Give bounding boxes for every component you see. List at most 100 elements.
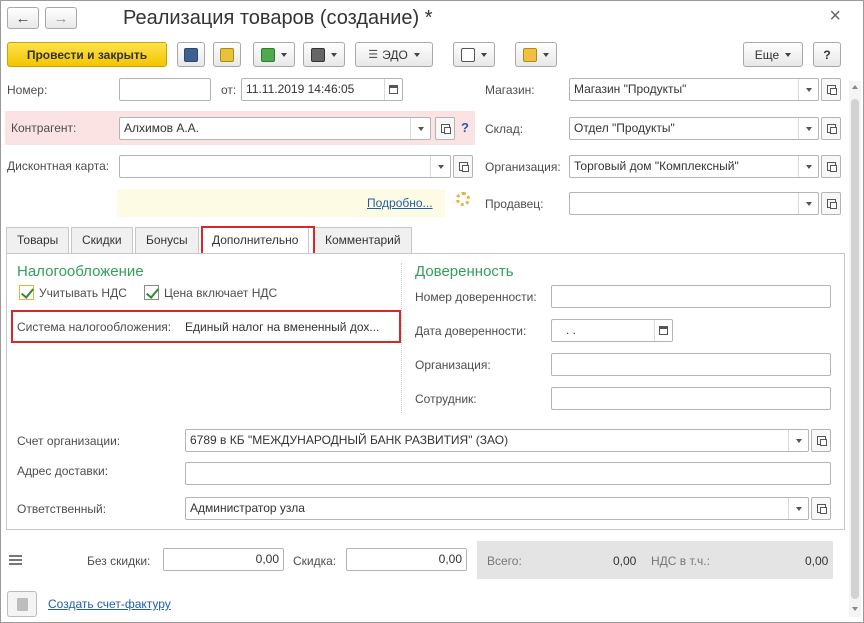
printer-icon bbox=[311, 47, 325, 62]
chevron-down-icon[interactable] bbox=[798, 193, 818, 214]
date-input[interactable]: 11.11.2019 14:46:05 bbox=[241, 78, 403, 101]
edo-icon: ☰ bbox=[368, 49, 379, 61]
discount-card-label: Дисконтная карта: bbox=[7, 159, 110, 173]
post-button[interactable] bbox=[213, 42, 241, 67]
seller-input[interactable] bbox=[569, 192, 819, 215]
delivery-address-input[interactable] bbox=[185, 462, 831, 485]
number-input[interactable] bbox=[119, 78, 211, 101]
chevron-down-icon bbox=[785, 52, 792, 57]
store-open-button[interactable] bbox=[821, 78, 841, 101]
open-form-icon bbox=[826, 162, 837, 172]
account-label: Счет организации: bbox=[17, 434, 121, 448]
scroll-down-arrow-icon[interactable] bbox=[852, 607, 858, 611]
chevron-down-icon[interactable] bbox=[798, 118, 818, 139]
vat-label: Учитывать НДС bbox=[39, 286, 127, 300]
chevron-down-icon[interactable] bbox=[410, 118, 430, 139]
poa-organization-input[interactable] bbox=[551, 353, 831, 376]
calendar-icon[interactable] bbox=[654, 320, 672, 341]
back-button[interactable]: ← bbox=[7, 7, 39, 29]
chevron-down-icon[interactable] bbox=[798, 79, 818, 100]
open-form-icon bbox=[826, 124, 837, 134]
arrow-left-icon: ← bbox=[15, 9, 31, 27]
number-label: Номер: bbox=[7, 83, 48, 97]
scrollbar-track[interactable] bbox=[849, 81, 861, 617]
chevron-down-icon bbox=[481, 52, 487, 57]
document-window: ← → Реализация товаров (создание) * × Пр… bbox=[0, 0, 864, 623]
poa-date-input[interactable]: . . bbox=[551, 319, 673, 342]
chevron-down-icon[interactable] bbox=[788, 430, 808, 451]
taxation-title: Налогообложение bbox=[17, 263, 144, 280]
responsible-label: Ответственный: bbox=[17, 502, 107, 516]
vat-checkbox[interactable] bbox=[19, 285, 34, 300]
responsible-input[interactable]: Администратор узла bbox=[185, 497, 809, 520]
responsible-open-button[interactable] bbox=[811, 497, 831, 520]
delivery-address-label: Адрес доставки: bbox=[17, 464, 109, 478]
warehouse-open-button[interactable] bbox=[821, 117, 841, 140]
open-form-icon bbox=[816, 504, 827, 514]
poa-number-input[interactable] bbox=[551, 285, 831, 308]
reports-button[interactable] bbox=[453, 42, 495, 67]
open-form-icon bbox=[440, 124, 451, 134]
chevron-down-icon[interactable] bbox=[788, 498, 808, 519]
save-button[interactable] bbox=[177, 42, 205, 67]
vat-total-label: НДС в т.ч.: bbox=[651, 554, 710, 568]
store-label: Магазин: bbox=[485, 83, 535, 97]
chevron-down-icon[interactable] bbox=[430, 156, 450, 177]
details-link[interactable]: Подробно... bbox=[367, 196, 433, 210]
poa-organization-label: Организация: bbox=[415, 358, 491, 372]
open-form-icon bbox=[816, 436, 827, 446]
date-label: от: bbox=[221, 83, 237, 97]
report-icon bbox=[461, 47, 475, 62]
total-label: Всего: bbox=[487, 554, 522, 568]
create-based-on-icon bbox=[261, 47, 275, 62]
post-and-close-button[interactable]: Провести и закрыть bbox=[7, 42, 167, 67]
comment-list-icon[interactable] bbox=[9, 555, 22, 565]
power-of-attorney-title: Доверенность bbox=[415, 263, 514, 280]
create-invoice-link[interactable]: Создать счет-фактуру bbox=[48, 597, 171, 611]
tab-discounts[interactable]: Скидки bbox=[71, 227, 133, 253]
tab-bonuses[interactable]: Бонусы bbox=[135, 227, 199, 253]
price-includes-vat-checkbox[interactable] bbox=[144, 285, 159, 300]
counterparty-help-icon[interactable]: ? bbox=[461, 120, 469, 135]
account-open-button[interactable] bbox=[811, 429, 831, 452]
attachments-button[interactable] bbox=[515, 42, 557, 67]
organization-input[interactable]: Торговый дом "Комплексный" bbox=[569, 155, 819, 178]
create-based-on-button[interactable] bbox=[253, 42, 295, 67]
edo-button[interactable]: ☰ ЭДО bbox=[355, 42, 433, 67]
counterparty-open-button[interactable] bbox=[435, 117, 455, 140]
chevron-down-icon bbox=[413, 52, 420, 57]
tab-comment[interactable]: Комментарий bbox=[314, 227, 412, 253]
forward-button[interactable]: → bbox=[45, 7, 77, 29]
more-button[interactable]: Еще bbox=[743, 42, 803, 67]
no-discount-label: Без скидки: bbox=[87, 554, 151, 568]
store-input[interactable]: Магазин "Продукты" bbox=[569, 78, 819, 101]
poa-employee-input[interactable] bbox=[551, 387, 831, 410]
chevron-down-icon[interactable] bbox=[798, 156, 818, 177]
discount-card-open-button[interactable] bbox=[453, 155, 473, 178]
discount-value: 0,00 bbox=[346, 548, 467, 571]
loading-spinner-icon bbox=[456, 192, 470, 206]
tax-system-highlight-box bbox=[11, 310, 401, 343]
discount-card-input[interactable] bbox=[119, 155, 451, 178]
tab-goods[interactable]: Товары bbox=[6, 227, 70, 253]
open-form-icon bbox=[458, 162, 469, 172]
floppy-disk-icon bbox=[184, 47, 198, 62]
close-button[interactable]: × bbox=[829, 5, 841, 28]
calendar-icon[interactable] bbox=[384, 79, 402, 100]
account-input[interactable]: 6789 в КБ "МЕЖДУНАРОДНЫЙ БАНК РАЗВИТИЯ" … bbox=[185, 429, 809, 452]
organization-open-button[interactable] bbox=[821, 155, 841, 178]
scrollbar-thumb[interactable] bbox=[851, 99, 859, 599]
seller-open-button[interactable] bbox=[821, 192, 841, 215]
counterparty-input[interactable]: Алхимов А.А. bbox=[119, 117, 431, 140]
invoice-icon[interactable] bbox=[7, 591, 37, 617]
organization-label: Организация: bbox=[485, 160, 561, 174]
open-form-icon bbox=[826, 199, 837, 209]
tab-highlight-box bbox=[201, 226, 315, 255]
print-button[interactable] bbox=[303, 42, 345, 67]
arrow-right-icon: → bbox=[53, 9, 69, 27]
warehouse-input[interactable]: Отдел "Продукты" bbox=[569, 117, 819, 140]
post-document-icon bbox=[220, 47, 234, 62]
poa-number-label: Номер доверенности: bbox=[415, 290, 537, 304]
help-button[interactable]: ? bbox=[813, 42, 841, 67]
scroll-up-arrow-icon[interactable] bbox=[852, 85, 858, 89]
